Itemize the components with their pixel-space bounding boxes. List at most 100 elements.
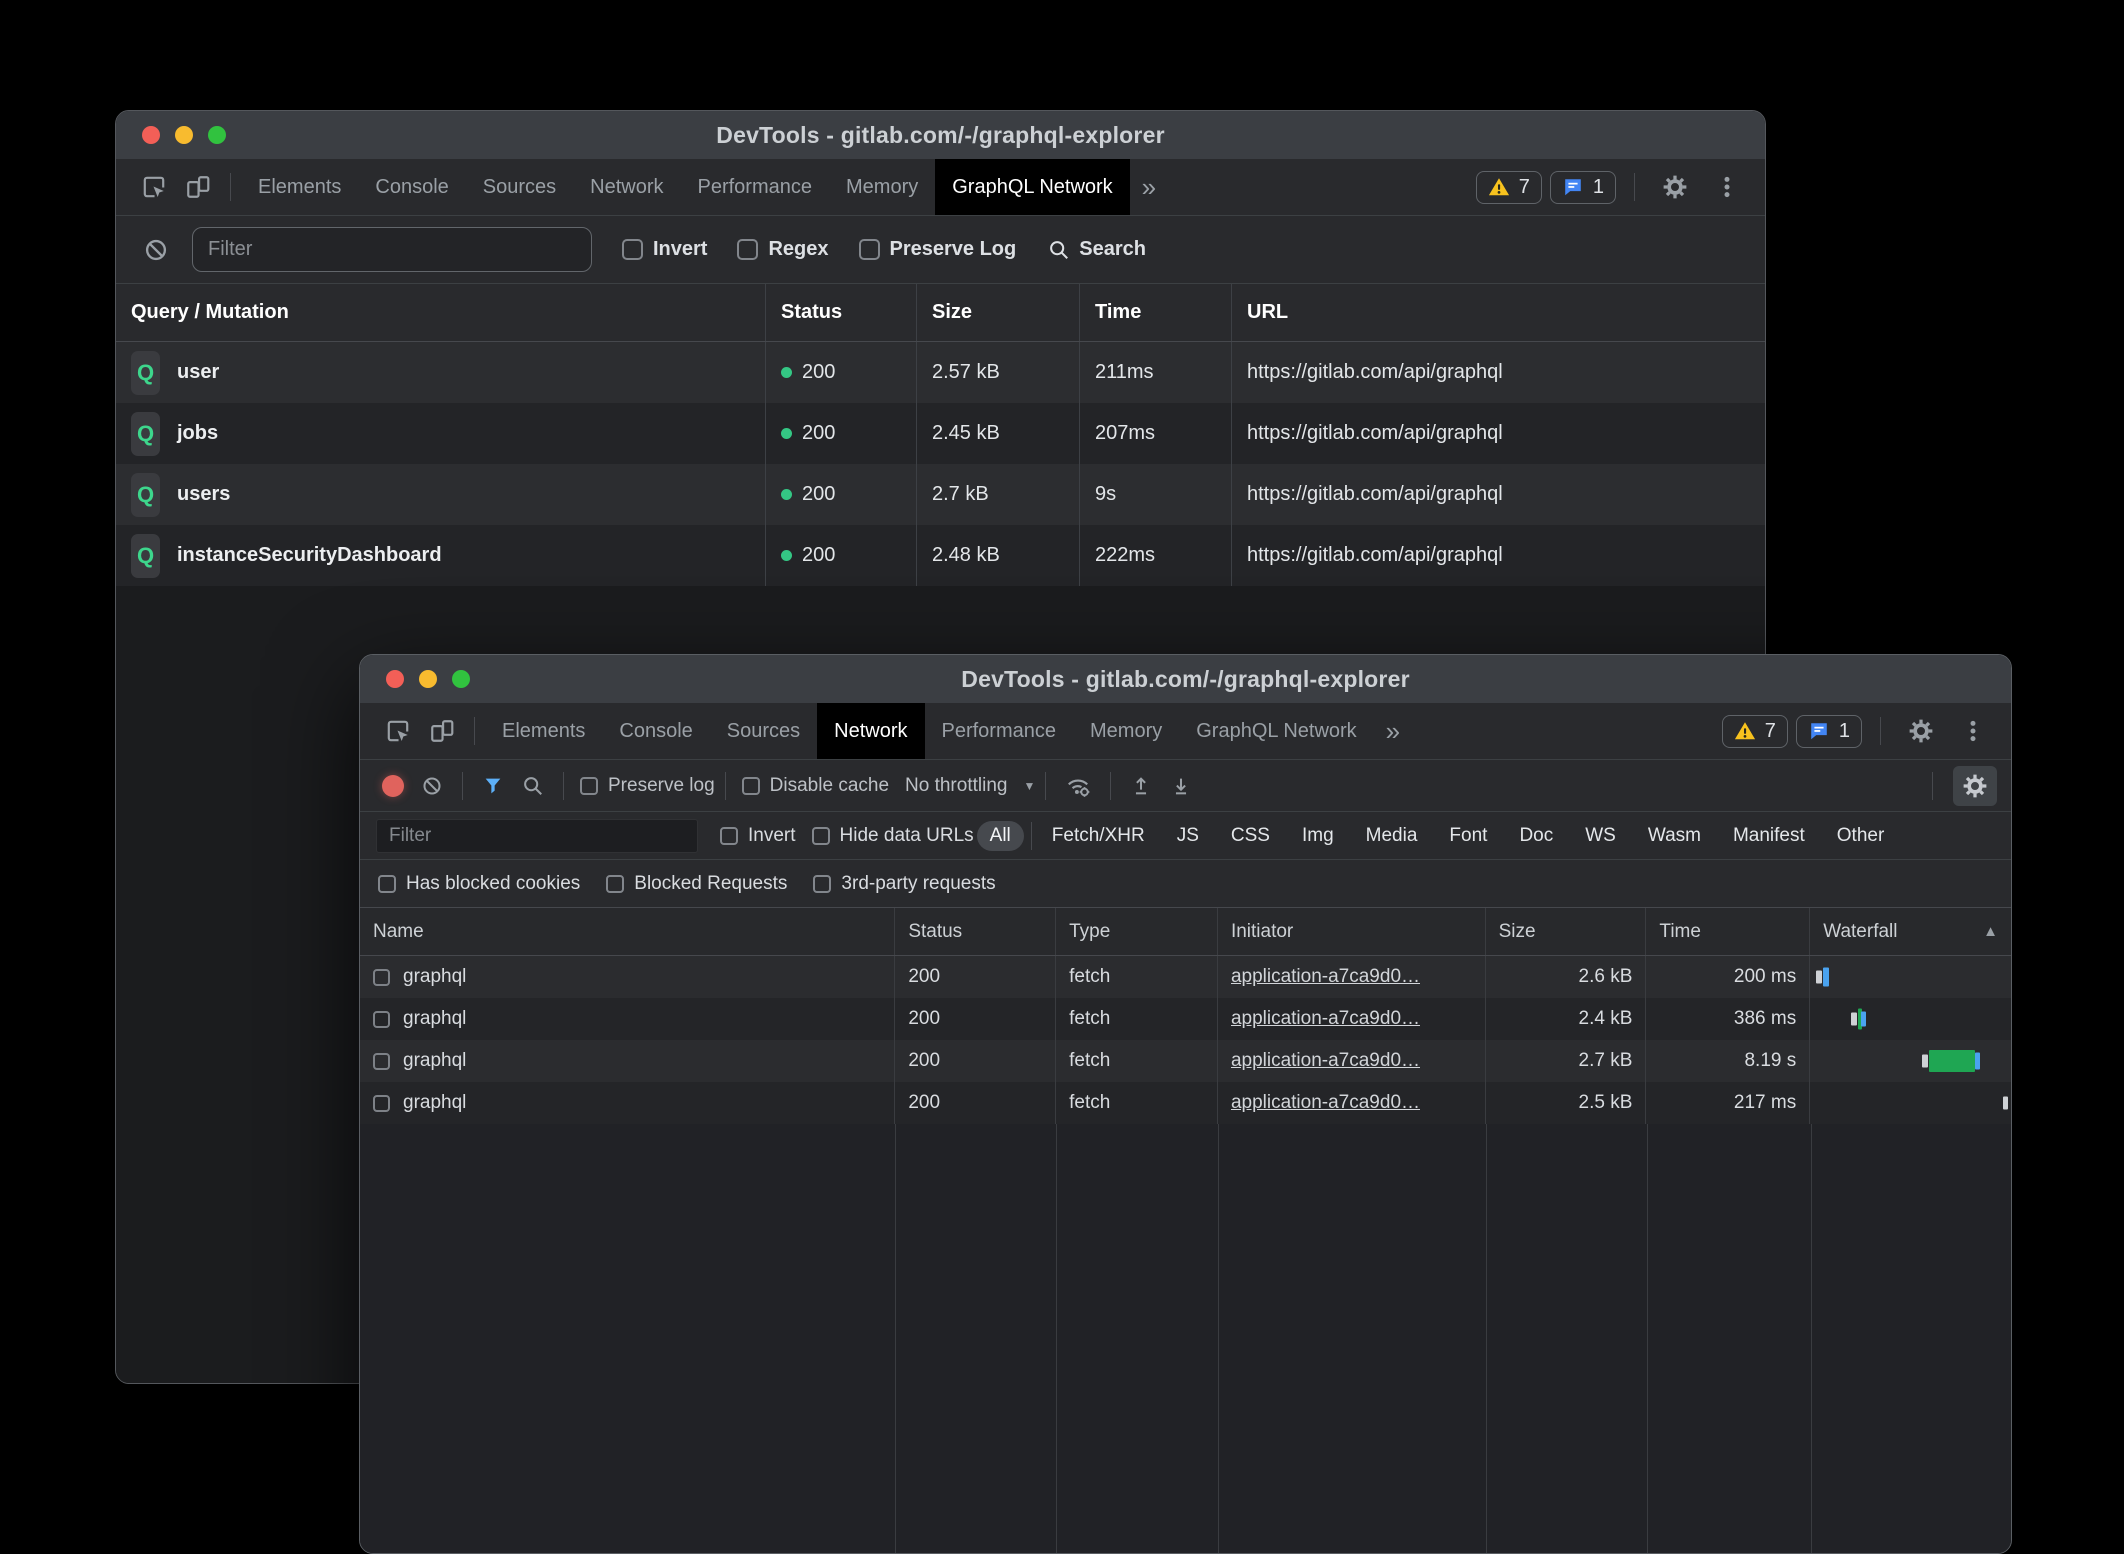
settings-gear-icon[interactable] bbox=[1653, 174, 1697, 200]
title-bar[interactable]: DevTools - gitlab.com/-/graphql-explorer bbox=[360, 655, 2011, 703]
column-header-size[interactable]: Size bbox=[917, 284, 1080, 341]
tab-performance[interactable]: Performance bbox=[681, 159, 830, 215]
blocked-requests-checkbox[interactable] bbox=[606, 875, 624, 893]
column-header-query[interactable]: Query / Mutation bbox=[116, 284, 766, 341]
third-party-requests-option[interactable]: 3rd-party requests bbox=[813, 873, 995, 895]
import-har-icon[interactable] bbox=[1121, 775, 1161, 797]
kebab-menu-icon[interactable] bbox=[1951, 718, 1995, 744]
preserve-log-option[interactable]: Preserve log bbox=[580, 775, 715, 797]
hide-data-urls-option[interactable]: Hide data URLs bbox=[812, 825, 974, 847]
type-filter-img[interactable]: Img bbox=[1289, 821, 1347, 851]
issues-badge[interactable]: 1 bbox=[1550, 171, 1616, 204]
type-filter-manifest[interactable]: Manifest bbox=[1720, 821, 1818, 851]
third-party-requests-checkbox[interactable] bbox=[813, 875, 831, 893]
export-har-icon[interactable] bbox=[1161, 775, 1201, 797]
type-filter-all[interactable]: All bbox=[977, 821, 1024, 851]
type-filter-ws[interactable]: WS bbox=[1572, 821, 1629, 851]
settings-gear-icon[interactable] bbox=[1899, 718, 1943, 744]
table-row[interactable]: graphql 200 fetch application-a7ca9d0… 2… bbox=[360, 956, 2011, 998]
type-filter-other[interactable]: Other bbox=[1824, 821, 1898, 851]
tab-console[interactable]: Console bbox=[602, 703, 709, 759]
column-header-size[interactable]: Size bbox=[1486, 908, 1647, 955]
issues-badge[interactable]: 1 bbox=[1796, 715, 1862, 748]
filter-input[interactable] bbox=[376, 819, 698, 853]
invert-checkbox[interactable] bbox=[720, 827, 738, 845]
filter-input[interactable] bbox=[192, 227, 592, 272]
column-header-name[interactable]: Name bbox=[360, 908, 895, 955]
preserve-log-option[interactable]: Preserve Log bbox=[859, 238, 1017, 261]
tab-graphql-network[interactable]: GraphQL Network bbox=[1179, 703, 1373, 759]
invert-option[interactable]: Invert bbox=[622, 238, 707, 261]
search-control[interactable]: Search bbox=[1048, 238, 1146, 261]
table-row[interactable]: Q jobs 200 2.45 kB 207ms https://gitlab.… bbox=[116, 403, 1765, 464]
kebab-menu-icon[interactable] bbox=[1705, 174, 1749, 200]
table-row[interactable]: graphql 200 fetch application-a7ca9d0… 2… bbox=[360, 1082, 2011, 1124]
row-checkbox[interactable] bbox=[373, 1053, 390, 1070]
tab-memory[interactable]: Memory bbox=[829, 159, 935, 215]
disable-cache-checkbox[interactable] bbox=[742, 777, 760, 795]
type-filter-js[interactable]: JS bbox=[1164, 821, 1212, 851]
column-header-url[interactable]: URL bbox=[1232, 284, 1765, 341]
tab-network[interactable]: Network bbox=[573, 159, 680, 215]
device-toolbar-icon[interactable] bbox=[176, 174, 220, 200]
close-button[interactable] bbox=[142, 126, 160, 144]
type-filter-media[interactable]: Media bbox=[1353, 821, 1431, 851]
tab-performance[interactable]: Performance bbox=[925, 703, 1074, 759]
has-blocked-cookies-checkbox[interactable] bbox=[378, 875, 396, 893]
minimize-button[interactable] bbox=[419, 670, 437, 688]
close-button[interactable] bbox=[386, 670, 404, 688]
column-header-initiator[interactable]: Initiator bbox=[1218, 908, 1486, 955]
tab-console[interactable]: Console bbox=[358, 159, 465, 215]
disable-cache-option[interactable]: Disable cache bbox=[742, 775, 889, 797]
regex-checkbox[interactable] bbox=[737, 239, 758, 260]
row-checkbox[interactable] bbox=[373, 1095, 390, 1112]
has-blocked-cookies-option[interactable]: Has blocked cookies bbox=[378, 873, 580, 895]
table-row[interactable]: Q user 200 2.57 kB 211ms https://gitlab.… bbox=[116, 342, 1765, 403]
title-bar[interactable]: DevTools - gitlab.com/-/graphql-explorer bbox=[116, 111, 1765, 159]
invert-option[interactable]: Invert bbox=[720, 825, 796, 847]
search-icon[interactable] bbox=[513, 775, 553, 797]
regex-option[interactable]: Regex bbox=[737, 238, 828, 261]
column-header-status[interactable]: Status bbox=[766, 284, 917, 341]
table-row[interactable]: graphql 200 fetch application-a7ca9d0… 2… bbox=[360, 998, 2011, 1040]
record-button[interactable] bbox=[382, 775, 404, 797]
column-header-status[interactable]: Status bbox=[895, 908, 1056, 955]
tab-sources[interactable]: Sources bbox=[466, 159, 573, 215]
device-toolbar-icon[interactable] bbox=[420, 718, 464, 744]
hide-data-urls-checkbox[interactable] bbox=[812, 827, 830, 845]
table-row[interactable]: Q users 200 2.7 kB 9s https://gitlab.com… bbox=[116, 464, 1765, 525]
more-tabs-icon[interactable]: » bbox=[1130, 172, 1168, 203]
clear-icon[interactable] bbox=[134, 237, 178, 263]
column-header-time[interactable]: Time bbox=[1080, 284, 1232, 341]
type-filter-css[interactable]: CSS bbox=[1218, 821, 1283, 851]
type-filter-fetch-xhr[interactable]: Fetch/XHR bbox=[1039, 821, 1158, 851]
warnings-badge[interactable]: 7 bbox=[1722, 715, 1788, 748]
preserve-log-checkbox[interactable] bbox=[580, 777, 598, 795]
initiator-link[interactable]: application-a7ca9d0… bbox=[1231, 1050, 1420, 1072]
more-tabs-icon[interactable]: » bbox=[1374, 716, 1412, 747]
table-row[interactable]: Q instanceSecurityDashboard 200 2.48 kB … bbox=[116, 525, 1765, 586]
table-row[interactable]: graphql 200 fetch application-a7ca9d0… 2… bbox=[360, 1040, 2011, 1082]
type-filter-doc[interactable]: Doc bbox=[1506, 821, 1566, 851]
network-settings-gear-icon[interactable] bbox=[1953, 766, 1997, 806]
type-filter-wasm[interactable]: Wasm bbox=[1635, 821, 1714, 851]
preserve-log-checkbox[interactable] bbox=[859, 239, 880, 260]
initiator-link[interactable]: application-a7ca9d0… bbox=[1231, 1008, 1420, 1030]
tab-sources[interactable]: Sources bbox=[710, 703, 817, 759]
type-filter-font[interactable]: Font bbox=[1436, 821, 1500, 851]
row-checkbox[interactable] bbox=[373, 969, 390, 986]
invert-checkbox[interactable] bbox=[622, 239, 643, 260]
column-header-waterfall[interactable]: Waterfall ▲ bbox=[1810, 908, 2011, 955]
row-checkbox[interactable] bbox=[373, 1011, 390, 1028]
throttling-select[interactable]: No throttling ▼ bbox=[905, 775, 1035, 797]
blocked-requests-option[interactable]: Blocked Requests bbox=[606, 873, 787, 895]
zoom-button[interactable] bbox=[208, 126, 226, 144]
initiator-link[interactable]: application-a7ca9d0… bbox=[1231, 966, 1420, 988]
column-header-time[interactable]: Time bbox=[1646, 908, 1810, 955]
tab-network[interactable]: Network bbox=[817, 703, 924, 759]
clear-icon[interactable] bbox=[412, 775, 452, 797]
tab-graphql-network[interactable]: GraphQL Network bbox=[935, 159, 1129, 215]
tab-elements[interactable]: Elements bbox=[485, 703, 602, 759]
tab-memory[interactable]: Memory bbox=[1073, 703, 1179, 759]
minimize-button[interactable] bbox=[175, 126, 193, 144]
